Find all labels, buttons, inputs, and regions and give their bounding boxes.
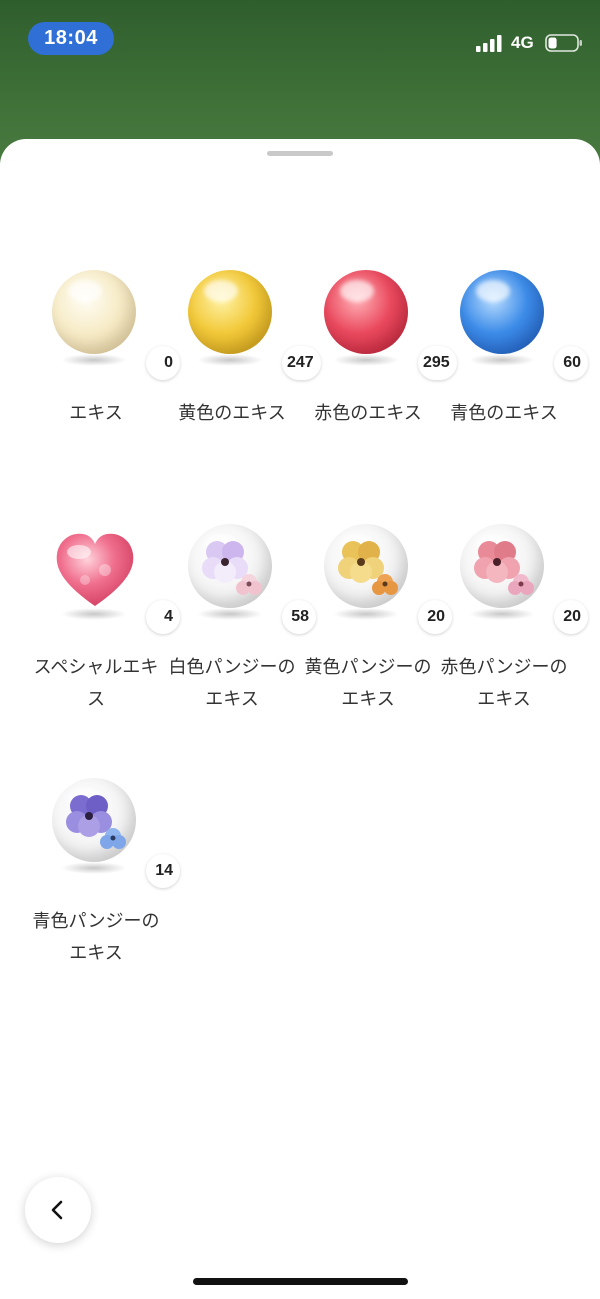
item-label: スペシャルエキス bbox=[33, 657, 159, 710]
cellular-signal-icon bbox=[476, 35, 502, 52]
white-pansy-orb-icon bbox=[175, 520, 285, 630]
count-badge: 60 bbox=[554, 346, 588, 380]
back-button[interactable] bbox=[25, 1177, 91, 1243]
item-label: 青色パンジーのエキス bbox=[32, 911, 160, 964]
status-time[interactable]: 18:04 bbox=[28, 22, 114, 55]
item-label: 赤色のエキス bbox=[314, 403, 422, 424]
red-orb-icon bbox=[311, 266, 421, 376]
chevron-left-icon bbox=[51, 1200, 63, 1220]
count-badge: 14 bbox=[146, 854, 180, 888]
item-label: 白色パンジーのエキス bbox=[168, 657, 296, 710]
item-label: 黄色のエキス bbox=[178, 403, 286, 424]
blue-pansy-orb-icon bbox=[39, 774, 149, 884]
count-badge: 20 bbox=[554, 600, 588, 634]
item-label: 青色のエキス bbox=[450, 403, 558, 424]
cream-orb-icon bbox=[39, 266, 149, 376]
pink-heart-icon bbox=[39, 520, 149, 630]
home-indicator[interactable] bbox=[193, 1278, 408, 1285]
battery-icon bbox=[545, 34, 582, 52]
yellow-pansy-orb-icon bbox=[311, 520, 421, 630]
network-type: 4G bbox=[511, 33, 534, 52]
item-label: エキス bbox=[69, 403, 123, 424]
item-label: 黄色パンジーのエキス bbox=[304, 657, 432, 710]
blue-orb-icon bbox=[447, 266, 557, 376]
item-label: 赤色パンジーのエキス bbox=[440, 657, 568, 710]
sheet-grabber[interactable] bbox=[267, 151, 333, 156]
red-pansy-orb-icon bbox=[447, 520, 557, 630]
status-bar: 18:04 4G bbox=[0, 0, 600, 80]
yellow-orb-icon bbox=[175, 266, 285, 376]
